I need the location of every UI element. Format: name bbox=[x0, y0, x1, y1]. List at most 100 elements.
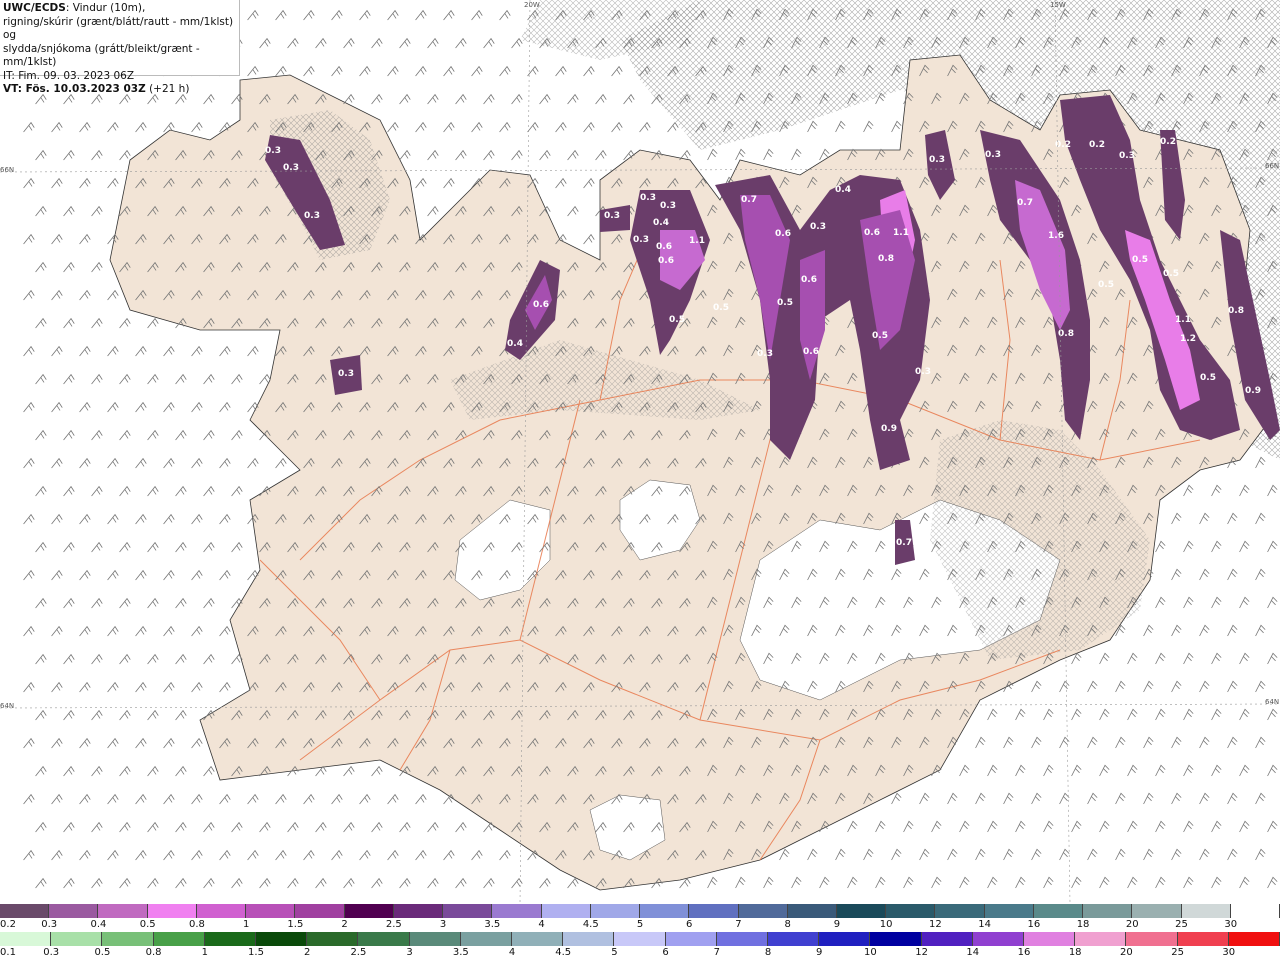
legend-label: 3 bbox=[406, 947, 413, 958]
legend-label: 2 bbox=[341, 919, 348, 930]
legend-swatch bbox=[819, 932, 871, 946]
legend-swatch bbox=[787, 904, 837, 918]
precip-value-label: 1.1 bbox=[893, 228, 909, 238]
legend-snow-colorbar bbox=[0, 904, 1280, 918]
legend-label: 4 bbox=[508, 947, 516, 958]
legend-swatch bbox=[972, 932, 1025, 946]
legend-label: 20 bbox=[1125, 919, 1139, 930]
legend-label: 25 bbox=[1175, 919, 1188, 930]
header-title: UWC/ECDS bbox=[3, 2, 66, 14]
legend-swatch bbox=[0, 904, 50, 918]
precip-value-label: 0.5 bbox=[1163, 269, 1179, 279]
header-lead-time: (+21 h) bbox=[145, 83, 190, 95]
legend-swatch bbox=[1126, 932, 1178, 946]
precip-value-label: 0.2 bbox=[1089, 140, 1105, 150]
precip-value-label: 0.3 bbox=[810, 222, 826, 232]
precip-value-label: 0.2 bbox=[1160, 137, 1176, 147]
legend-swatch bbox=[738, 904, 788, 918]
legend-swatch bbox=[256, 932, 308, 946]
legend-swatch bbox=[689, 904, 739, 918]
legend-label: 1 bbox=[201, 947, 208, 958]
legend-label: 0.5 bbox=[139, 919, 156, 930]
legend-label: 2.5 bbox=[350, 947, 367, 958]
legend-swatch bbox=[886, 904, 936, 918]
legend-label: 14 bbox=[978, 919, 991, 930]
precip-value-label: 0.3 bbox=[640, 193, 656, 203]
legend-swatch bbox=[614, 932, 666, 946]
map-header: UWC/ECDS: Vindur (10m), rigning/skúrir (… bbox=[0, 0, 240, 95]
precip-value-label: 0.3 bbox=[1119, 151, 1135, 161]
legend-label: 6 bbox=[686, 919, 693, 930]
precip-value-label: 0.7 bbox=[1017, 198, 1033, 208]
legend-swatch bbox=[49, 904, 99, 918]
legend-label: 30 bbox=[1224, 919, 1238, 930]
legend-label: 12 bbox=[929, 919, 942, 930]
legend-swatch bbox=[1024, 932, 1076, 946]
legend-swatch bbox=[102, 932, 154, 946]
legend-label: 14 bbox=[966, 947, 980, 958]
legend-label: 30 bbox=[1222, 947, 1236, 958]
legend-label: 0.5 bbox=[94, 947, 111, 958]
legend-label: 7 bbox=[713, 947, 720, 958]
legend-swatch bbox=[393, 904, 444, 918]
precip-value-label: 0.5 bbox=[872, 331, 888, 341]
legend-swatch bbox=[935, 904, 985, 918]
legend-swatch bbox=[590, 904, 641, 918]
legend-label: 0.2 bbox=[0, 919, 16, 930]
legend-label: 3.5 bbox=[452, 947, 469, 958]
precip-value-label: 0.5 bbox=[713, 303, 729, 313]
legend-swatch bbox=[409, 932, 461, 946]
grid-label-66n-left: 66N bbox=[0, 166, 15, 174]
legend-swatch bbox=[358, 932, 410, 946]
legend-label: 25 bbox=[1171, 947, 1184, 958]
precip-value-label: 0.4 bbox=[507, 339, 523, 349]
legend-label: 0.4 bbox=[90, 919, 107, 930]
precip-value-label: 0.6 bbox=[803, 347, 819, 357]
precip-value-label: 1.1 bbox=[689, 236, 705, 246]
legend-label: 4 bbox=[538, 919, 545, 930]
legend-label: 12 bbox=[915, 947, 928, 958]
legend-label: 5 bbox=[611, 947, 618, 958]
legend-label: 18 bbox=[1076, 919, 1090, 930]
precip-value-label: 0.6 bbox=[533, 300, 549, 310]
legend-swatch bbox=[460, 932, 513, 946]
legend-swatch bbox=[246, 904, 296, 918]
legend-swatch bbox=[1228, 932, 1280, 946]
legend-swatch bbox=[512, 932, 564, 946]
precip-value-label: 0.8 bbox=[878, 254, 894, 264]
legend-label: 1 bbox=[242, 919, 250, 930]
legend-swatch bbox=[344, 904, 394, 918]
legend-swatch bbox=[1033, 904, 1084, 918]
legend-label: 0.3 bbox=[43, 947, 60, 958]
legend-label: 0.3 bbox=[41, 919, 58, 930]
legend-label: 3.5 bbox=[484, 919, 501, 930]
legend-swatch bbox=[0, 932, 52, 946]
legend-swatch bbox=[1132, 904, 1182, 918]
legend-label: 0.1 bbox=[0, 947, 16, 958]
legend-swatch bbox=[307, 932, 359, 946]
legend-label: 8 bbox=[764, 947, 772, 958]
legend-swatch bbox=[1177, 932, 1229, 946]
precip-value-label: 0.6 bbox=[775, 229, 791, 239]
legend-swatch bbox=[1181, 904, 1231, 918]
legend-label: 3 bbox=[439, 919, 447, 930]
precip-value-label: 0.9 bbox=[881, 424, 897, 434]
legend-label: 8 bbox=[784, 919, 791, 930]
legend-label: 9 bbox=[833, 919, 841, 930]
grid-label-66n-right: 66N bbox=[1265, 162, 1280, 170]
legend-label: 0.8 bbox=[188, 919, 205, 930]
legend-swatch bbox=[295, 904, 345, 918]
precip-value-label: 0.5 bbox=[777, 298, 793, 308]
precip-value-label: 1.2 bbox=[1180, 334, 1196, 344]
precip-value-label: 0.3 bbox=[338, 369, 354, 379]
precip-value-label: 0.3 bbox=[915, 367, 931, 377]
legend-swatch bbox=[153, 932, 205, 946]
legend-swatch bbox=[984, 904, 1034, 918]
precip-value-label: 0.5 bbox=[1200, 373, 1216, 383]
legend-swatch bbox=[836, 904, 887, 918]
legend-label: 4.5 bbox=[555, 947, 572, 958]
precip-value-label: 0.4 bbox=[653, 218, 669, 228]
precip-value-label: 0.5 bbox=[1098, 280, 1114, 290]
grid-label-64n-right: 64N bbox=[1265, 698, 1280, 706]
legend-swatch bbox=[921, 932, 973, 946]
